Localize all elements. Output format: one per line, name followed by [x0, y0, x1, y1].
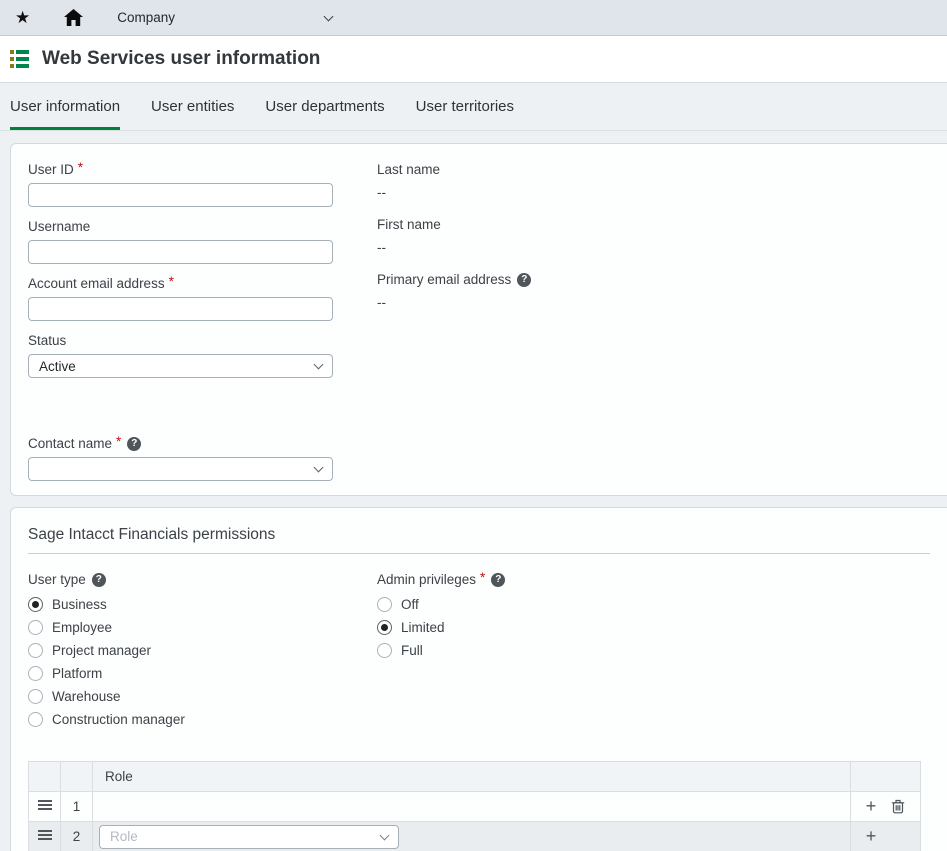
radio-selected-icon — [377, 620, 392, 635]
radio-user-type-project-manager[interactable]: Project manager — [28, 642, 377, 658]
primary-email-value: -- — [377, 295, 930, 310]
tab-user-departments[interactable]: User departments — [265, 98, 384, 130]
tab-bar: User information User entities User depa… — [0, 83, 947, 131]
role-cell[interactable] — [93, 792, 851, 822]
contact-name-label: Contact name — [28, 436, 112, 451]
row-number: 2 — [61, 822, 93, 851]
page-header: Web Services user information — [0, 36, 947, 83]
required-asterisk: * — [78, 160, 83, 175]
drag-column-header — [29, 762, 61, 792]
radio-selected-icon — [28, 597, 43, 612]
radio-user-type-construction-manager[interactable]: Construction manager — [28, 711, 377, 727]
required-asterisk: * — [480, 570, 485, 585]
chevron-down-icon — [324, 11, 334, 21]
role-column-header: Role — [93, 762, 851, 792]
first-name-label: First name — [377, 217, 441, 232]
permissions-panel: Sage Intacct Financials permissions User… — [10, 507, 947, 851]
tab-user-territories[interactable]: User territories — [416, 98, 514, 130]
add-row-button[interactable]: + — [863, 796, 879, 817]
number-column-header — [61, 762, 93, 792]
company-dropdown[interactable]: Company — [117, 10, 332, 25]
home-icon[interactable] — [64, 9, 83, 26]
radio-admin-full[interactable]: Full — [377, 642, 930, 658]
radio-admin-limited[interactable]: Limited — [377, 619, 930, 635]
company-dropdown-label: Company — [117, 10, 175, 25]
role-select-placeholder: Role — [110, 829, 138, 844]
actions-column-header — [851, 762, 921, 792]
radio-admin-off[interactable]: Off — [377, 596, 930, 612]
primary-email-label: Primary email address — [377, 272, 511, 287]
account-email-label: Account email address — [28, 276, 165, 291]
status-select-value: Active — [39, 359, 76, 374]
radio-icon — [377, 597, 392, 612]
permissions-heading: Sage Intacct Financials permissions — [28, 526, 930, 554]
chevron-down-icon — [314, 360, 324, 370]
user-information-panel: User ID * Username Account email address… — [10, 143, 947, 496]
top-navigation-bar: ★ Company — [0, 0, 947, 36]
radio-user-type-business[interactable]: Business — [28, 596, 377, 612]
required-asterisk: * — [116, 434, 121, 449]
chevron-down-icon — [380, 830, 390, 840]
radio-user-type-warehouse[interactable]: Warehouse — [28, 688, 377, 704]
radio-icon — [377, 643, 392, 658]
admin-privileges-label: Admin privileges — [377, 572, 476, 587]
primary-email-help-icon[interactable]: ? — [517, 273, 531, 287]
radio-icon — [28, 689, 43, 704]
drag-handle-icon[interactable] — [38, 828, 52, 842]
roles-table-row-1: 1 + — [29, 792, 921, 822]
username-label: Username — [28, 219, 90, 234]
add-row-button[interactable]: + — [863, 826, 879, 847]
contact-name-help-icon[interactable]: ? — [127, 437, 141, 451]
admin-privileges-help-icon[interactable]: ? — [491, 573, 505, 587]
required-asterisk: * — [169, 274, 174, 289]
user-id-input[interactable] — [28, 183, 333, 207]
user-type-label: User type — [28, 572, 86, 587]
tab-user-entities[interactable]: User entities — [151, 98, 234, 130]
roles-table-row-2: 2 Role + — [29, 822, 921, 851]
radio-icon — [28, 643, 43, 658]
page-title: Web Services user information — [42, 48, 320, 70]
user-id-label: User ID — [28, 162, 74, 177]
role-select[interactable]: Role — [99, 825, 399, 849]
radio-user-type-platform[interactable]: Platform — [28, 665, 377, 681]
account-email-input[interactable] — [28, 297, 333, 321]
last-name-value: -- — [377, 185, 930, 200]
chevron-down-icon — [314, 463, 324, 473]
row-number: 1 — [61, 792, 93, 822]
contact-name-select[interactable] — [28, 457, 333, 481]
status-select[interactable]: Active — [28, 354, 333, 378]
radio-icon — [28, 620, 43, 635]
record-list-icon[interactable] — [10, 50, 29, 68]
radio-icon — [28, 666, 43, 681]
tab-user-information[interactable]: User information — [10, 98, 120, 130]
favorite-star-icon[interactable]: ★ — [15, 8, 30, 28]
radio-user-type-employee[interactable]: Employee — [28, 619, 377, 635]
last-name-label: Last name — [377, 162, 440, 177]
status-label: Status — [28, 333, 66, 348]
roles-table: Role 1 + — [28, 761, 921, 851]
user-type-help-icon[interactable]: ? — [92, 573, 106, 587]
radio-icon — [28, 712, 43, 727]
roles-table-header-row: Role — [29, 762, 921, 792]
first-name-value: -- — [377, 240, 930, 255]
username-input[interactable] — [28, 240, 333, 264]
drag-handle-icon[interactable] — [38, 798, 52, 812]
delete-row-icon[interactable] — [891, 799, 905, 817]
